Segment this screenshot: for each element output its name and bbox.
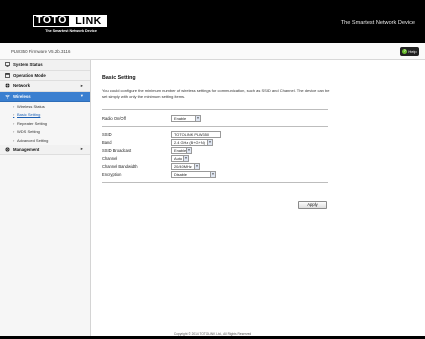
encryption-select[interactable]: Disable ▼ <box>171 171 216 178</box>
sidebar-item-network[interactable]: Network ▸ <box>0 81 90 92</box>
band-label: Band <box>102 140 112 145</box>
divider <box>102 126 328 127</box>
sidebar-item-label: Operation Mode <box>13 72 46 78</box>
page-title: Basic Setting <box>102 75 136 81</box>
sidebar-item-label: Management <box>13 146 40 152</box>
help-icon: ? <box>402 49 408 54</box>
encryption-label: Encryption <box>102 172 122 177</box>
sidebar-item-wireless[interactable]: Wireless ▾ <box>0 91 90 102</box>
sidebar-subitem-advanced-setting[interactable]: › Advanced Setting <box>0 136 90 145</box>
firmware-version: PLW350 Firmware V5.2b.3116 <box>11 49 71 54</box>
logo-toto: TOTO <box>33 15 70 27</box>
sidebar-item-label: Network <box>13 83 30 89</box>
chevron-right-icon: ▸ <box>80 146 83 152</box>
channel-select[interactable]: Auto ▼ <box>171 155 189 162</box>
select-value: Auto <box>174 156 183 161</box>
page: TOTO LINK The Smartest Network Device Th… <box>0 0 425 339</box>
help-button[interactable]: ? Help <box>400 47 419 56</box>
gear-icon <box>5 147 10 152</box>
chevron-down-icon: ▼ <box>183 156 188 161</box>
select-value: Enable <box>174 116 187 121</box>
sidebar-item-label: Wireless <box>13 93 31 99</box>
page-description: You could configure the minimum number o… <box>102 88 330 100</box>
chevron-right-icon: ▸ <box>80 82 83 88</box>
subitem-label: Wireless Status <box>17 103 45 109</box>
help-label: Help <box>408 49 417 54</box>
subitem-label: WDS Setting <box>17 129 40 135</box>
divider <box>102 182 328 183</box>
select-value: 20/40MHz <box>174 164 192 169</box>
globe-icon <box>5 83 10 88</box>
channel-bandwidth-select[interactable]: 20/40MHz ▼ <box>171 163 200 170</box>
divider <box>102 109 328 110</box>
sidebar-item-operation-mode[interactable]: Operation Mode <box>0 70 90 81</box>
ssid-input[interactable]: TOTOLINK PLW350 <box>171 131 221 138</box>
select-value: 2.4 GHz (B+G+N) <box>174 140 205 145</box>
ssid-broadcast-label: SSID Broadcast <box>102 148 132 153</box>
radio-onoff-select[interactable]: Enable ▼ <box>171 115 201 122</box>
monitor-icon <box>5 62 10 67</box>
logo-link: LINK <box>70 15 107 27</box>
sidebar-item-system-status[interactable]: System Status <box>0 60 90 71</box>
sidebar-subitem-wds-setting[interactable]: › WDS Setting <box>0 127 90 136</box>
band-select[interactable]: 2.4 GHz (B+G+N) ▼ <box>171 139 213 146</box>
main-content: Basic Setting You could configure the mi… <box>92 60 425 336</box>
subitem-label: Basic Setting <box>17 112 41 118</box>
subitem-label: Repeater Setting <box>17 120 48 126</box>
select-value: Disable <box>174 172 187 177</box>
chevron-down-icon: ▼ <box>194 164 199 169</box>
chevron-down-icon: ▼ <box>210 172 215 177</box>
ssid-broadcast-select[interactable]: Enable ▼ <box>171 147 192 154</box>
firmware-bar: PLW350 Firmware V5.2b.3116 ? Help <box>0 43 425 60</box>
sidebar-item-management[interactable]: Management ▸ <box>0 144 90 155</box>
chevron-down-icon: ▼ <box>186 148 191 153</box>
radio-onoff-label: Radio On/Off <box>102 116 126 121</box>
channel-label: Channel <box>102 156 118 161</box>
window-icon <box>5 72 10 78</box>
chevron-down-icon: ▼ <box>195 116 200 121</box>
sidebar-subitem-repeater-setting[interactable]: › Repeater Setting <box>0 119 90 128</box>
chevron-down-icon: ▾ <box>80 93 83 99</box>
logo-subtitle: The Smartest Network Device <box>45 29 97 33</box>
wifi-icon <box>5 94 10 99</box>
sidebar-subitem-basic-setting[interactable]: › Basic Setting <box>0 110 90 119</box>
sidebar-subitem-wireless-status[interactable]: › Wireless Status <box>0 102 90 111</box>
select-value: Enable <box>174 148 187 153</box>
sidebar: System Status Operation Mode Network ▸ W… <box>0 60 91 336</box>
sidebar-item-label: System Status <box>13 62 43 68</box>
chevron-down-icon: ▼ <box>207 140 212 145</box>
input-value: TOTOLINK PLW350 <box>174 132 210 137</box>
channel-bandwidth-label: Channel Bandwidth <box>102 164 138 169</box>
header-tagline: The Smartest Network Device <box>340 20 415 26</box>
ssid-label: SSID <box>102 132 112 137</box>
header: TOTO LINK The Smartest Network Device Th… <box>0 0 425 43</box>
subitem-label: Advanced Setting <box>17 137 49 143</box>
apply-button[interactable]: Apply <box>298 201 327 209</box>
